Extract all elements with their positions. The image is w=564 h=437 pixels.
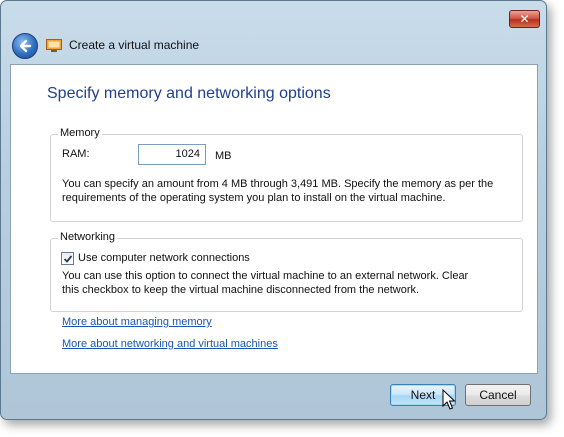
ram-unit: MB <box>215 150 232 162</box>
memory-group-label: Memory <box>58 127 102 139</box>
networking-vm-link[interactable]: More about networking and virtual machin… <box>62 338 278 350</box>
managing-memory-link[interactable]: More about managing memory <box>62 316 212 328</box>
networking-description-line1: You can use this option to connect the v… <box>62 270 469 282</box>
memory-description-line2: requirements of the operating system you… <box>62 192 446 204</box>
networking-group-label: Networking <box>58 231 118 243</box>
memory-group: Memory RAM: 1024 MB You can specify an a… <box>50 127 523 222</box>
window-title: Create a virtual machine <box>69 38 200 52</box>
mouse-pointer-icon <box>442 389 456 410</box>
checkmark-icon <box>63 254 72 263</box>
memory-description-line1: You can specify an amount from 4 MB thro… <box>62 178 494 190</box>
network-connections-label[interactable]: Use computer network connections <box>78 252 250 264</box>
ram-label: RAM: <box>62 148 90 160</box>
ram-input[interactable]: 1024 <box>138 144 206 165</box>
close-icon: ✕ <box>519 12 530 26</box>
network-connections-checkbox[interactable] <box>61 252 74 265</box>
networking-description-line2: this checkbox to keep the virtual machin… <box>62 284 420 296</box>
back-button[interactable] <box>12 33 38 59</box>
page-heading: Specify memory and networking options <box>47 85 331 102</box>
cancel-button[interactable]: Cancel <box>465 384 531 406</box>
back-arrow-icon <box>19 39 32 53</box>
close-button[interactable]: ✕ <box>509 10 540 28</box>
wizard-window: ✕ Create a virtual machine Specify memor… <box>0 0 547 420</box>
networking-group: Networking Use computer network connecti… <box>50 231 523 312</box>
virtual-machine-icon <box>46 39 62 52</box>
wizard-content: Specify memory and networking options Me… <box>10 64 538 374</box>
